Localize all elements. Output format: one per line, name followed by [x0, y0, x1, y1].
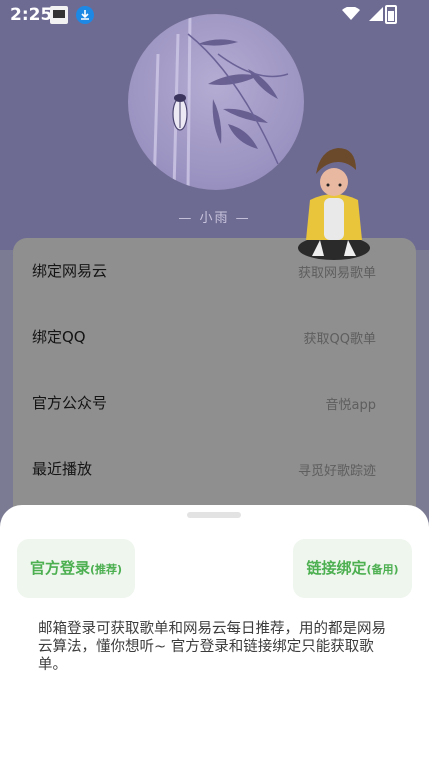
list-item-subtitle: 音悦app: [325, 398, 376, 413]
link-bind-label: 链接绑定: [306, 559, 367, 577]
bamboo-illustration: [152, 14, 289, 190]
list-item-title: 官方公众号: [32, 394, 108, 412]
list-item-title: 最近播放: [32, 460, 93, 478]
cicada: [172, 94, 188, 131]
list-item-title: 绑定网易云: [32, 262, 108, 280]
login-bottom-sheet: 官方登录(推荐) 链接绑定(备用) 邮箱登录可获取歌单和网易云每日推荐，用的都是…: [0, 505, 429, 763]
settings-list: 绑定网易云 获取网易歌单 绑定QQ 获取QQ歌单 官方公众号 音悦app 最近播…: [13, 238, 416, 538]
list-item-subtitle: 获取QQ歌单: [303, 332, 376, 347]
profile-cover-art[interactable]: [128, 14, 304, 190]
list-item-subtitle: 获取网易歌单: [297, 266, 376, 281]
clock: 2:25: [10, 5, 53, 25]
link-bind-button[interactable]: 链接绑定(备用): [293, 539, 412, 598]
official-login-label: 官方登录: [29, 559, 90, 577]
login-description: 邮箱登录可获取歌单和网易云每日推荐，用的都是网易云算法，懂你想听~ 官方登录和链…: [38, 621, 386, 673]
list-item-bind-qq[interactable]: 绑定QQ 获取QQ歌单: [13, 304, 416, 370]
link-bind-tag: (备用): [366, 563, 399, 576]
list-item-title: 绑定QQ: [32, 328, 86, 346]
list-item-official-account[interactable]: 官方公众号 音悦app: [13, 370, 416, 436]
list-item-subtitle: 寻觅好歌踪迹: [297, 464, 376, 479]
avatar-figure-illustration: [298, 148, 370, 260]
signal-icon: [369, 7, 383, 21]
wifi-icon: [341, 6, 360, 20]
system-icons: [338, 6, 383, 26]
app-notification-icon: [50, 6, 68, 24]
drag-handle[interactable]: [187, 512, 241, 518]
battery-icon: [385, 5, 397, 24]
official-login-button[interactable]: 官方登录(推荐): [17, 539, 135, 598]
download-notification-icon: [76, 6, 94, 24]
list-item-recent-plays[interactable]: 最近播放 寻觅好歌踪迹: [13, 436, 416, 502]
official-login-tag: (推荐): [89, 563, 123, 576]
